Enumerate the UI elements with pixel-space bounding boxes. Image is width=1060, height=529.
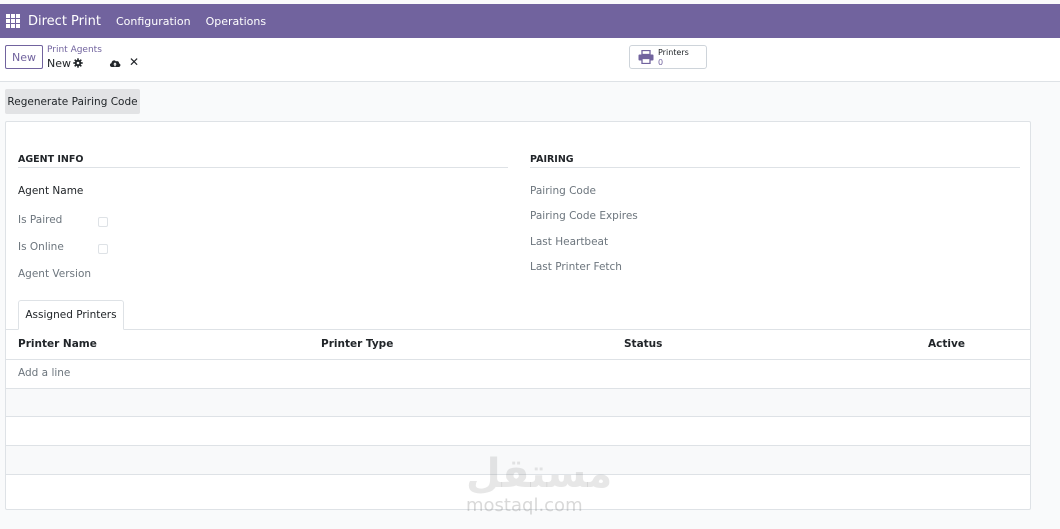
last-printer-fetch-label: Last Printer Fetch	[530, 261, 622, 273]
control-panel: New Print Agents New ✕ Printers 0	[0, 38, 1060, 82]
agent-info-separator	[18, 167, 508, 168]
pairing-code-label: Pairing Code	[530, 185, 596, 197]
table-row	[6, 416, 1030, 445]
stat-value: 0	[658, 58, 664, 67]
cloud-upload-icon[interactable]	[109, 58, 121, 68]
gear-icon[interactable]	[73, 58, 83, 68]
regenerate-pairing-code-button[interactable]: Regenerate Pairing Code	[5, 89, 140, 114]
menu-operations[interactable]: Operations	[206, 15, 266, 28]
tab-separator	[6, 329, 1030, 330]
new-button[interactable]: New	[5, 45, 43, 69]
breadcrumb-print-agents[interactable]: Print Agents	[47, 45, 102, 55]
add-a-line-link[interactable]: Add a line	[18, 367, 70, 379]
table-row	[6, 388, 1030, 416]
breadcrumb-current: New	[47, 57, 71, 70]
column-active[interactable]: Active	[928, 338, 965, 350]
pairing-title: PAIRING	[530, 154, 574, 165]
agent-version-label: Agent Version	[18, 268, 92, 280]
menu-configuration[interactable]: Configuration	[116, 15, 191, 28]
column-status[interactable]: Status	[624, 338, 662, 350]
pairing-separator	[530, 167, 1020, 168]
top-navbar: Direct Print Configuration Operations	[0, 4, 1060, 38]
column-printer-name[interactable]: Printer Name	[18, 338, 97, 350]
app-name[interactable]: Direct Print	[28, 14, 101, 29]
is-paired-checkbox[interactable]	[98, 217, 108, 227]
agent-name-label: Agent Name	[18, 185, 84, 197]
last-heartbeat-label: Last Heartbeat	[530, 236, 609, 248]
stat-label: Printers	[658, 48, 689, 57]
watermark-url: mostaql.com	[466, 495, 583, 516]
column-printer-type[interactable]: Printer Type	[321, 338, 393, 350]
table-row	[6, 359, 1030, 388]
is-online-checkbox[interactable]	[98, 244, 108, 254]
printer-icon	[638, 50, 654, 64]
printers-stat-button[interactable]: Printers 0	[629, 45, 707, 69]
close-icon[interactable]: ✕	[129, 56, 139, 68]
watermark-logo: مستقل	[466, 451, 613, 497]
agent-info-title: AGENT INFO	[18, 154, 84, 165]
tab-assigned-printers[interactable]: Assigned Printers	[18, 300, 124, 330]
is-online-label: Is Online	[18, 241, 64, 253]
apps-grid-icon[interactable]	[6, 14, 20, 28]
is-paired-label: Is Paired	[18, 214, 63, 226]
pairing-code-expires-label: Pairing Code Expires	[530, 210, 638, 222]
